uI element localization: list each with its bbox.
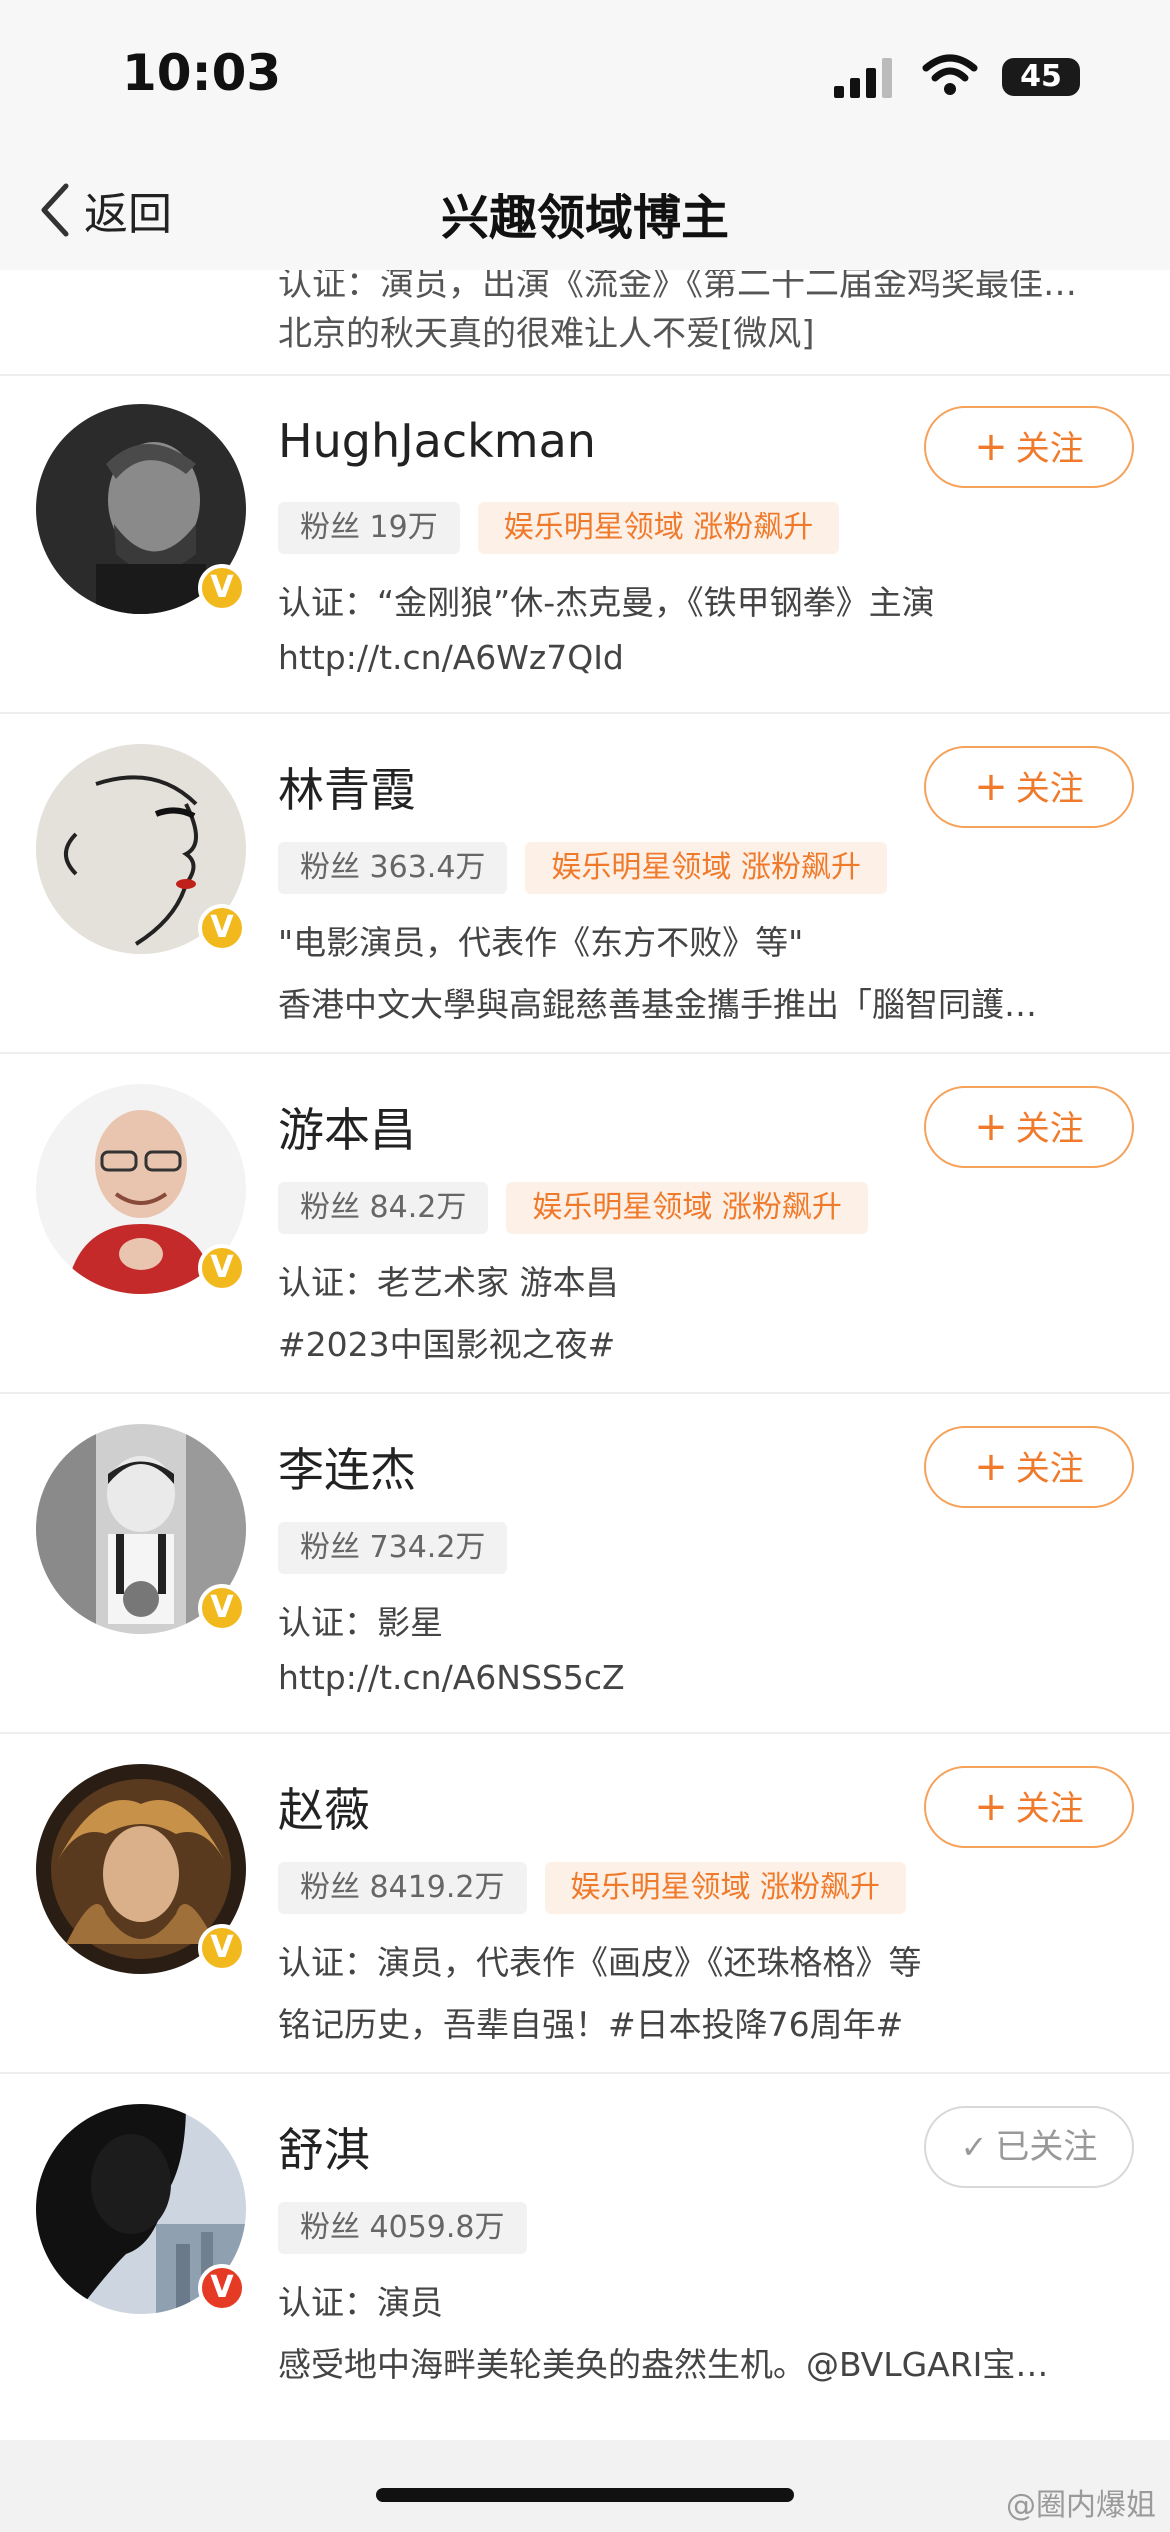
follow-label: 已关注 xyxy=(995,2127,1098,2167)
status-bar: 10:03 45 xyxy=(0,0,1170,150)
follow-label: 关注 xyxy=(1015,429,1084,469)
home-indicator[interactable] xyxy=(376,2488,794,2502)
domain-tag: 娱乐明星领域 涨粉飙升 xyxy=(544,1862,907,1914)
nav-bar: 返回 兴趣领域博主 xyxy=(0,150,1170,270)
verified-badge: V xyxy=(198,904,246,952)
cellular-signal-icon xyxy=(834,58,892,98)
page-title: 兴趣领域博主 xyxy=(440,190,729,246)
user-certification: 认证：影星 xyxy=(278,1603,443,1642)
blogger-list: V HughJackman 粉丝 19万 娱乐明星领域 涨粉飙升 认证：“金刚狼… xyxy=(0,374,1170,2412)
user-latest-post: 铭记历史，吾辈自强！#日本投降76周年# xyxy=(278,2005,904,2044)
list-item[interactable]: V 林青霞 粉丝 363.4万 娱乐明星领域 涨粉飙升 "电影演员，代表作《东方… xyxy=(0,714,1170,1054)
list-item[interactable]: V 舒淇 粉丝 4059.8万 认证：演员 感受地中海畔美轮美奂的盎然生机。@B… xyxy=(0,2074,1170,2412)
list-item[interactable]: V HughJackman 粉丝 19万 娱乐明星领域 涨粉飙升 认证：“金刚狼… xyxy=(0,374,1170,714)
follow-label: 关注 xyxy=(1015,769,1084,809)
follow-button[interactable]: + 关注 xyxy=(924,406,1134,488)
bottom-safe-area xyxy=(0,2440,1170,2532)
verified-badge: V xyxy=(198,1924,246,1972)
battery-indicator: 45 xyxy=(1002,58,1080,96)
domain-tag: 娱乐明星领域 涨粉飙升 xyxy=(477,502,840,554)
follow-label: 关注 xyxy=(1015,1789,1084,1829)
user-name[interactable]: 李连杰 xyxy=(278,1434,416,1500)
user-latest-post: http://t.cn/A6Wz7QId xyxy=(278,638,624,677)
verified-badge: V xyxy=(198,1584,246,1632)
user-latest-post: http://t.cn/A6NSS5cZ xyxy=(278,1658,625,1697)
user-name[interactable]: 游本昌 xyxy=(278,1094,416,1160)
fans-count: 粉丝 84.2万 xyxy=(278,1182,489,1234)
watermark: @圈内爆姐 xyxy=(1006,2488,1156,2523)
fans-count: 粉丝 734.2万 xyxy=(278,1522,508,1574)
user-latest-post: #2023中国影视之夜# xyxy=(278,1325,616,1364)
follow-label: 关注 xyxy=(1015,1109,1084,1149)
follow-button[interactable]: + 关注 xyxy=(924,1426,1134,1508)
list-item[interactable]: V 游本昌 粉丝 84.2万 娱乐明星领域 涨粉飙升 认证：老艺术家 游本昌 #… xyxy=(0,1054,1170,1394)
tag-row: 粉丝 8419.2万 娱乐明星领域 涨粉飙升 xyxy=(278,1862,907,1918)
status-icons: 45 xyxy=(790,52,1090,102)
user-name[interactable]: 赵薇 xyxy=(278,1774,370,1840)
user-certification: 认证：老艺术家 游本昌 xyxy=(278,1263,619,1302)
user-name[interactable]: 舒淇 xyxy=(278,2114,370,2180)
wifi-icon xyxy=(922,54,978,95)
plus-icon: + xyxy=(974,764,1008,810)
partial-desc1: 认证：演员，出演《流金》《第二十二届金鸡奖最佳… xyxy=(278,270,1077,304)
follow-label: 关注 xyxy=(1015,1449,1084,1489)
user-latest-post: 香港中文大學與高錕慈善基金攜手推出「腦智同護… xyxy=(278,985,1037,1024)
tag-row: 粉丝 363.4万 娱乐明星领域 涨粉飙升 xyxy=(278,842,887,898)
tag-row: 粉丝 19万 娱乐明星领域 涨粉飙升 xyxy=(278,502,840,558)
verified-badge: V xyxy=(198,1244,246,1292)
checkmark-icon: ✓ xyxy=(960,2128,988,2166)
tag-row: 粉丝 734.2万 xyxy=(278,1522,508,1578)
status-time: 10:03 xyxy=(122,44,282,102)
user-certification: 认证：演员 xyxy=(278,2283,443,2322)
fans-count: 粉丝 19万 xyxy=(278,502,460,554)
list-item[interactable]: V 赵薇 粉丝 8419.2万 娱乐明星领域 涨粉飙升 认证：演员，代表作《画皮… xyxy=(0,1734,1170,2074)
follow-button[interactable]: + 关注 xyxy=(924,1766,1134,1848)
list-item-partial[interactable]: 认证：演员，出演《流金》《第二十二届金鸡奖最佳… 北京的秋天真的很难让人不爱[微… xyxy=(0,270,1170,376)
plus-icon: + xyxy=(974,424,1008,470)
user-certification: "电影演员，代表作《东方不败》等" xyxy=(278,923,804,962)
tag-row: 粉丝 4059.8万 xyxy=(278,2202,527,2258)
tag-row: 粉丝 84.2万 娱乐明星领域 涨粉飙升 xyxy=(278,1182,868,1238)
plus-icon: + xyxy=(974,1444,1008,1490)
fans-count: 粉丝 363.4万 xyxy=(278,842,508,894)
follow-button[interactable]: + 关注 xyxy=(924,746,1134,828)
user-latest-post: 感受地中海畔美轮美奂的盎然生机。@BVLGARI宝… xyxy=(278,2345,1049,2384)
user-name[interactable]: 林青霞 xyxy=(278,754,416,820)
user-certification: 认证：演员，代表作《画皮》《还珠格格》等 xyxy=(278,1943,922,1982)
domain-tag: 娱乐明星领域 涨粉飙升 xyxy=(525,842,887,894)
plus-icon: + xyxy=(974,1104,1008,1150)
verified-badge: V xyxy=(198,564,246,612)
user-certification: 认证：“金刚狼”休-杰克曼，《铁甲钢拳》主演 xyxy=(278,583,935,622)
fans-count: 粉丝 8419.2万 xyxy=(278,1862,527,1914)
partial-desc2: 北京的秋天真的很难让人不爱[微风] xyxy=(278,314,815,354)
domain-tag: 娱乐明星领域 涨粉飙升 xyxy=(506,1182,868,1234)
followed-button[interactable]: ✓ 已关注 xyxy=(924,2106,1134,2188)
follow-button[interactable]: + 关注 xyxy=(924,1086,1134,1168)
fans-count: 粉丝 4059.8万 xyxy=(278,2202,527,2254)
verified-badge: V xyxy=(198,2264,246,2312)
plus-icon: + xyxy=(974,1784,1008,1830)
user-name[interactable]: HughJackman xyxy=(278,414,596,468)
list-item[interactable]: V 李连杰 粉丝 734.2万 认证：影星 http://t.cn/A6NSS5… xyxy=(0,1394,1170,1734)
